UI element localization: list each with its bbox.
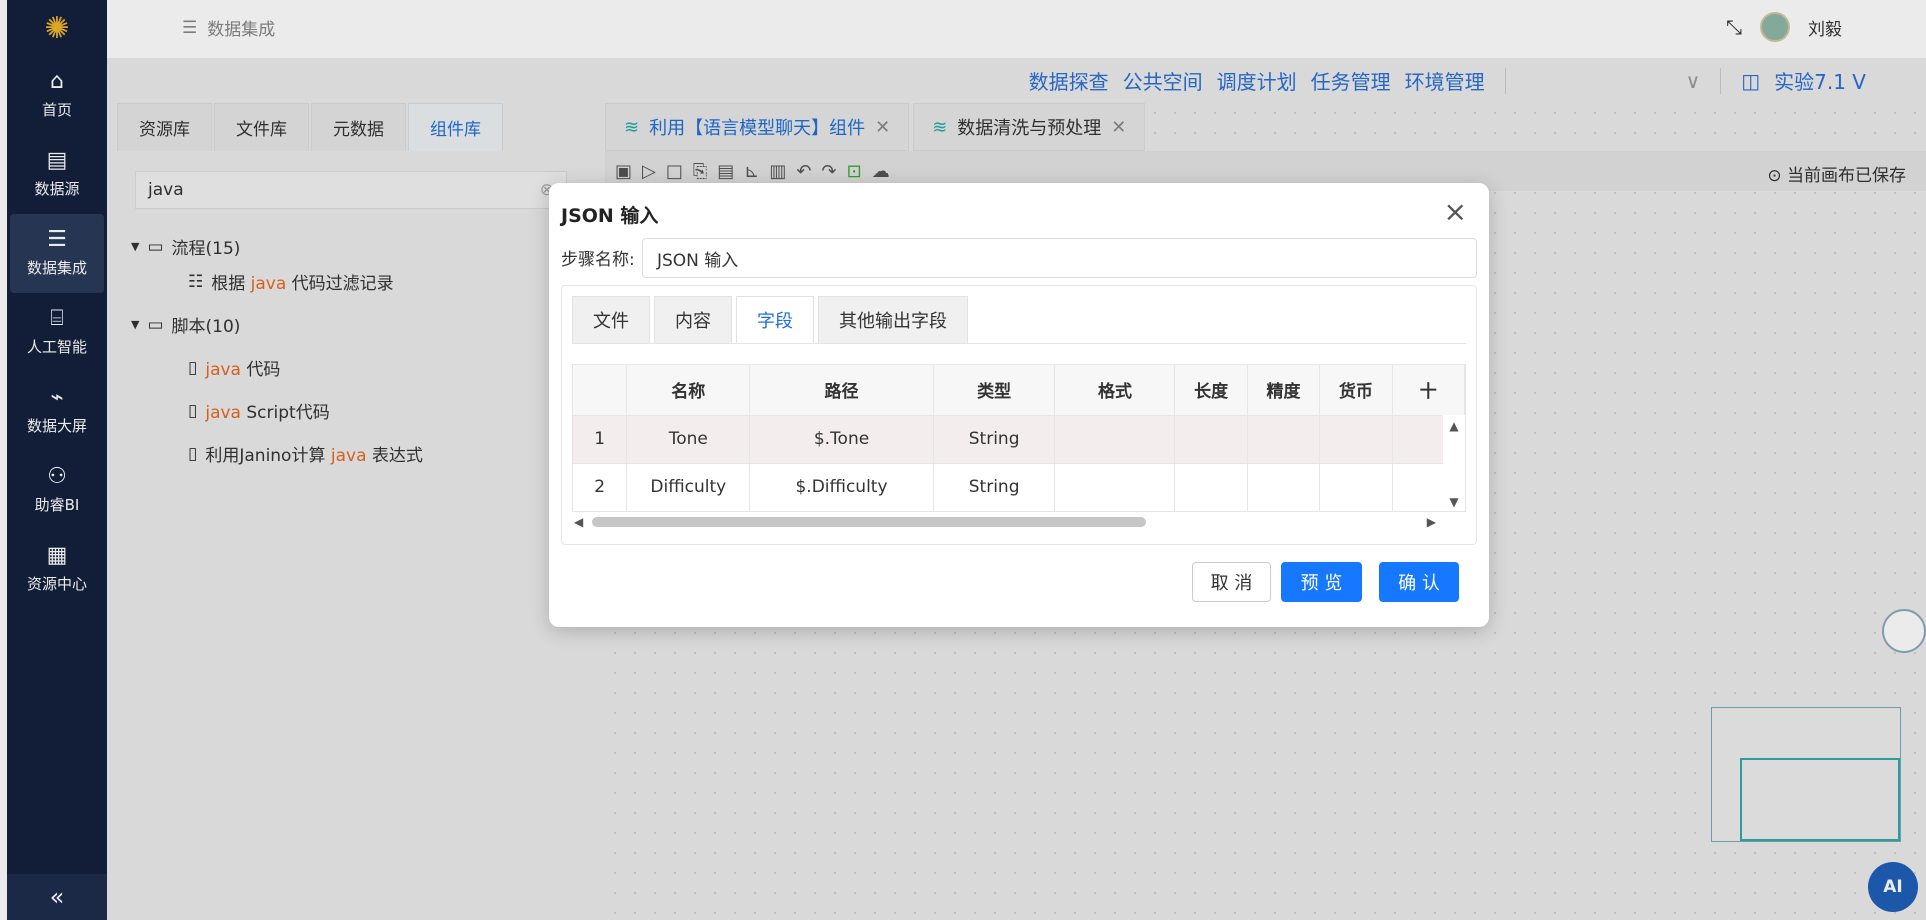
table-cell[interactable]	[1247, 463, 1321, 511]
close-icon[interactable]: ×	[1444, 195, 1467, 228]
table-row[interactable]: 2 Difficulty $.Difficulty String	[573, 463, 1465, 511]
tab-other-output-fields[interactable]: 其他输出字段	[818, 296, 968, 344]
scroll-right-icon[interactable]: ▶	[1427, 515, 1436, 529]
scrollbar-thumb[interactable]	[592, 517, 1146, 527]
column-header[interactable]: 路径	[749, 365, 934, 416]
dialog-tabs: 文件 内容 字段 其他输出字段	[572, 296, 968, 344]
fields-table: 名称 路径 类型 格式 长度 精度 货币 十 1 Tone $.Tone Str…	[572, 364, 1466, 512]
dialog-tabs-panel: 文件 内容 字段 其他输出字段 名称 路径 类型 格式 长度 精度 货币 十 1…	[561, 285, 1477, 545]
column-header[interactable]: 十	[1392, 365, 1465, 416]
horizontal-scrollbar[interactable]: ◀ ▶	[572, 512, 1466, 532]
confirm-button[interactable]: 确 认	[1379, 562, 1459, 602]
step-name-value: JSON 输入	[657, 250, 739, 271]
scroll-up-icon[interactable]: ▲	[1449, 419, 1458, 433]
dialog-title: JSON 输入	[561, 205, 659, 227]
column-header	[573, 365, 628, 416]
json-input-dialog: JSON 输入 × 步骤名称: JSON 输入 文件 内容 字段 其他输出字段 …	[549, 183, 1489, 627]
scroll-down-icon[interactable]: ▼	[1449, 495, 1458, 509]
table-cell[interactable]: Tone	[626, 415, 751, 464]
cancel-button[interactable]: 取 消	[1192, 562, 1271, 602]
table-cell[interactable]	[1054, 415, 1176, 464]
table-cell[interactable]	[1319, 463, 1393, 511]
table-cell: 1	[573, 415, 628, 464]
tab-file[interactable]: 文件	[572, 296, 650, 344]
table-cell[interactable]	[1247, 415, 1321, 464]
table-header: 名称 路径 类型 格式 长度 精度 货币 十	[573, 365, 1465, 416]
column-header[interactable]: 格式	[1054, 365, 1176, 416]
table-cell[interactable]	[1174, 463, 1248, 511]
preview-button[interactable]: 预 览	[1281, 562, 1362, 602]
tab-content[interactable]: 内容	[654, 296, 732, 344]
table-cell[interactable]	[1319, 415, 1393, 464]
column-header[interactable]: 精度	[1247, 365, 1321, 416]
table-row[interactable]: 1 Tone $.Tone String	[573, 415, 1465, 464]
table-cell[interactable]: $.Difficulty	[749, 463, 934, 511]
table-cell: 2	[573, 463, 628, 511]
column-header[interactable]: 货币	[1319, 365, 1393, 416]
column-header[interactable]: 名称	[626, 365, 751, 416]
step-name-label: 步骤名称:	[561, 250, 635, 270]
column-header[interactable]: 长度	[1174, 365, 1248, 416]
step-name-input[interactable]: JSON 输入	[642, 238, 1477, 278]
table-cell[interactable]: $.Tone	[749, 415, 934, 464]
scroll-left-icon[interactable]: ◀	[574, 515, 583, 529]
divider	[572, 343, 1466, 344]
column-header[interactable]: 类型	[933, 365, 1056, 416]
table-cell[interactable]	[1174, 415, 1248, 464]
table-cell[interactable]: String	[933, 463, 1056, 511]
table-cell[interactable]	[1054, 463, 1176, 511]
table-cell[interactable]: String	[933, 415, 1056, 464]
vertical-scrollbar[interactable]: ▲ ▼	[1443, 415, 1465, 511]
tab-fields[interactable]: 字段	[736, 296, 814, 344]
table-cell[interactable]: Difficulty	[626, 463, 751, 511]
